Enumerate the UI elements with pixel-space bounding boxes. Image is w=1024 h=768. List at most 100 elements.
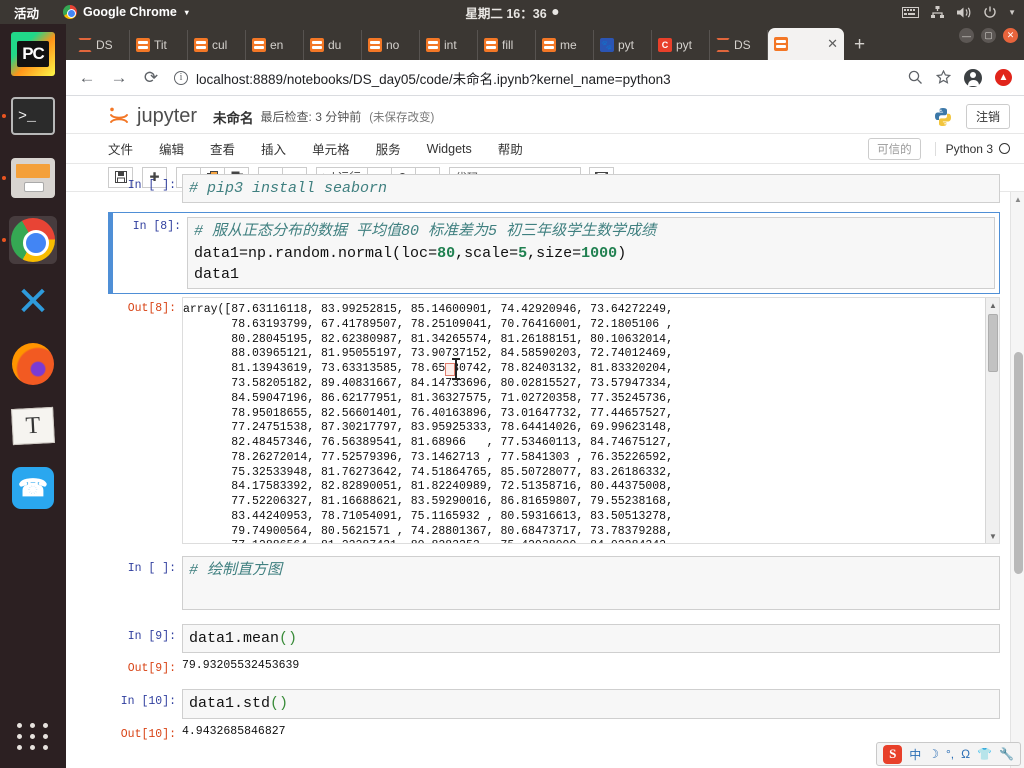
notebook-cell-2[interactable]: In [ ]: # 绘制直方图	[108, 556, 1000, 611]
jupyter-ring-icon	[78, 38, 92, 52]
trusted-badge[interactable]: 可信的	[868, 137, 921, 160]
menu-widgets[interactable]: Widgets	[414, 142, 485, 156]
tab-11[interactable]: DS	[710, 30, 768, 60]
chrome-window: DS Tit cul en du no int fill me 🐾 pyt Cpy…	[66, 24, 1024, 768]
tab-label: fill	[502, 38, 514, 52]
kernel-indicator[interactable]: Python 3	[934, 141, 1010, 156]
info-icon[interactable]: i	[174, 70, 188, 85]
minimize-button[interactable]: —	[959, 28, 974, 43]
notebook-title[interactable]: 未命名	[213, 107, 254, 127]
forward-button[interactable]: →	[110, 68, 128, 88]
menu-file[interactable]: 文件	[108, 139, 146, 158]
tab-2[interactable]: cul	[188, 30, 246, 60]
address-bar[interactable]: i localhost:8889/notebooks/DS_day05/code…	[174, 68, 894, 88]
tab-active-notebook[interactable]: ✕	[768, 28, 844, 60]
running-indicator-icon	[2, 176, 6, 180]
tab-4[interactable]: du	[304, 30, 362, 60]
new-tab-button[interactable]: +	[844, 34, 875, 60]
scroll-up-arrow-icon[interactable]: ▲	[986, 298, 999, 312]
code-line: data1.std()	[189, 695, 289, 713]
dock-item-files[interactable]	[2, 154, 57, 202]
active-app-menu[interactable]: Google Chrome ▾	[63, 5, 189, 19]
vscode-icon: ✕	[16, 279, 50, 325]
dock-item-chrome[interactable]	[2, 216, 57, 264]
cell-source-2[interactable]: # 绘制直方图	[182, 556, 1000, 611]
tab-7[interactable]: fill	[478, 30, 536, 60]
chevron-down-icon: ▾	[184, 7, 189, 17]
tab-9[interactable]: 🐾 pyt	[594, 30, 652, 60]
menubar-right: 可信的 Python 3	[868, 137, 1010, 160]
cell-source-3[interactable]: data1.mean()	[182, 624, 1000, 654]
reload-button[interactable]: ⟳	[142, 68, 160, 88]
keyboard-icon	[902, 6, 920, 18]
ime-skin-icon[interactable]: 👕	[977, 747, 992, 761]
array-output-text: array([87.63116118, 83.99252815, 85.1460…	[183, 298, 985, 543]
tab-0[interactable]: DS	[72, 30, 130, 60]
tab-5[interactable]: no	[362, 30, 420, 60]
terminal-label: >_	[18, 107, 37, 125]
extension-icon[interactable]: ▲	[995, 69, 1012, 86]
ime-mode-chinese-icon[interactable]: 中	[909, 746, 921, 763]
scrollbar-thumb[interactable]	[988, 314, 998, 373]
jupyter-wordmark: jupyter	[137, 105, 198, 127]
dock-item-qq[interactable]: ☎	[9, 464, 57, 512]
code-comment: # pip3 install seaborn	[189, 180, 388, 197]
tab-1[interactable]: Tit	[130, 30, 188, 60]
array-output-box[interactable]: array([87.63116118, 83.99252815, 85.1460…	[182, 297, 1000, 545]
cell-prompt-in: In [ ]:	[127, 562, 176, 576]
notebook-cell-0[interactable]: In [ ]: # pip3 install seaborn	[108, 174, 1000, 204]
menu-kernel[interactable]: 服务	[363, 139, 414, 158]
notebook-cell-4[interactable]: In [10]: data1.std()	[108, 689, 1000, 719]
close-icon[interactable]: ✕	[827, 36, 838, 52]
show-applications-icon[interactable]	[16, 723, 50, 750]
logout-button[interactable]: 注销	[965, 104, 1010, 129]
page-vertical-scrollbar[interactable]: ▲	[1010, 192, 1024, 768]
header-right: 注销	[932, 104, 1010, 129]
tab-3[interactable]: en	[246, 30, 304, 60]
activities-button[interactable]: 活动	[0, 3, 53, 22]
menu-cell[interactable]: 单元格	[299, 139, 363, 158]
jupyter-icon	[136, 38, 150, 52]
system-clock[interactable]: 星期二 16：36	[465, 3, 559, 22]
cell-source-1[interactable]: # 服从正态分布的数据 平均值80 标准差为5 初三年级学生数学成绩 data1…	[187, 217, 995, 290]
search-icon[interactable]	[908, 70, 923, 85]
close-window-button[interactable]: ✕	[1003, 28, 1018, 43]
jupyter-icon	[368, 38, 382, 52]
menu-view[interactable]: 查看	[197, 139, 248, 158]
notebook-cell-3[interactable]: In [9]: data1.mean()	[108, 624, 1000, 654]
jupyter-logo[interactable]: jupyter	[108, 105, 197, 128]
notebook-scroll-area[interactable]: In [ ]: # pip3 install seaborn In [8]: #…	[66, 174, 1024, 768]
cell-source-0[interactable]: # pip3 install seaborn	[182, 174, 1000, 204]
profile-avatar-icon[interactable]	[964, 68, 982, 87]
maximize-button[interactable]: ▢	[981, 28, 996, 43]
output-vertical-scrollbar[interactable]: ▲ ▼	[985, 298, 999, 544]
dock-item-vscode[interactable]: ✕	[9, 278, 57, 326]
mouse-text-cursor	[452, 358, 460, 381]
tab-10[interactable]: Cpyt	[652, 30, 710, 60]
ime-moon-icon[interactable]: ☽	[928, 747, 939, 761]
cell-source-4[interactable]: data1.std()	[182, 689, 1000, 719]
tab-8[interactable]: me	[536, 30, 594, 60]
back-button[interactable]: ←	[78, 68, 96, 88]
notebook-cell-1[interactable]: In [8]: # 服从正态分布的数据 平均值80 标准差为5 初三年级学生数学…	[108, 212, 1000, 295]
scroll-down-arrow-icon[interactable]: ▼	[986, 529, 999, 543]
menu-insert[interactable]: 插入	[248, 139, 299, 158]
code-comment: # 绘制直方图	[189, 562, 283, 580]
bookmark-star-icon[interactable]	[936, 70, 951, 85]
tab-6[interactable]: int	[420, 30, 478, 60]
sogou-ime-bar[interactable]: S 中 ☽ °, Ω 👕 🔧	[876, 742, 1021, 766]
dock-item-terminal[interactable]: >_	[2, 92, 57, 140]
ime-punctuation-icon[interactable]: °,	[946, 747, 954, 761]
dock-item-firefox[interactable]	[9, 340, 57, 388]
menu-edit[interactable]: 编辑	[146, 139, 197, 158]
scrollbar-thumb[interactable]	[1014, 352, 1023, 574]
dock-item-text-editor[interactable]: T	[9, 402, 57, 450]
menu-help[interactable]: 帮助	[485, 139, 536, 158]
scroll-up-arrow-icon[interactable]: ▲	[1011, 192, 1024, 206]
firefox-icon	[12, 343, 54, 385]
system-indicators[interactable]: ▼	[902, 5, 1016, 19]
dock-item-pycharm[interactable]: PC	[9, 30, 57, 78]
ime-settings-icon[interactable]: 🔧	[999, 747, 1014, 761]
ime-symbol-icon[interactable]: Ω	[961, 747, 970, 761]
code-line-3: data1	[194, 265, 240, 283]
